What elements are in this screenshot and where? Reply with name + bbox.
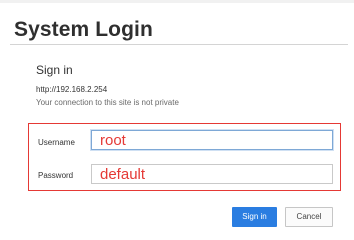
username-label: Username [38,138,75,147]
page-title: System Login [14,18,153,41]
dialog-url: http://192.168.2.254 [36,85,108,94]
dialog-heading: Sign in [36,63,73,77]
password-input[interactable] [91,164,333,184]
password-label: Password [38,171,74,180]
username-input[interactable] [91,130,333,150]
title-divider [10,44,348,45]
privacy-warning: Your connection to this site is not priv… [36,98,179,107]
sign-in-button[interactable]: Sign in [232,207,277,227]
cancel-button[interactable]: Cancel [285,207,333,227]
top-divider [0,0,354,3]
